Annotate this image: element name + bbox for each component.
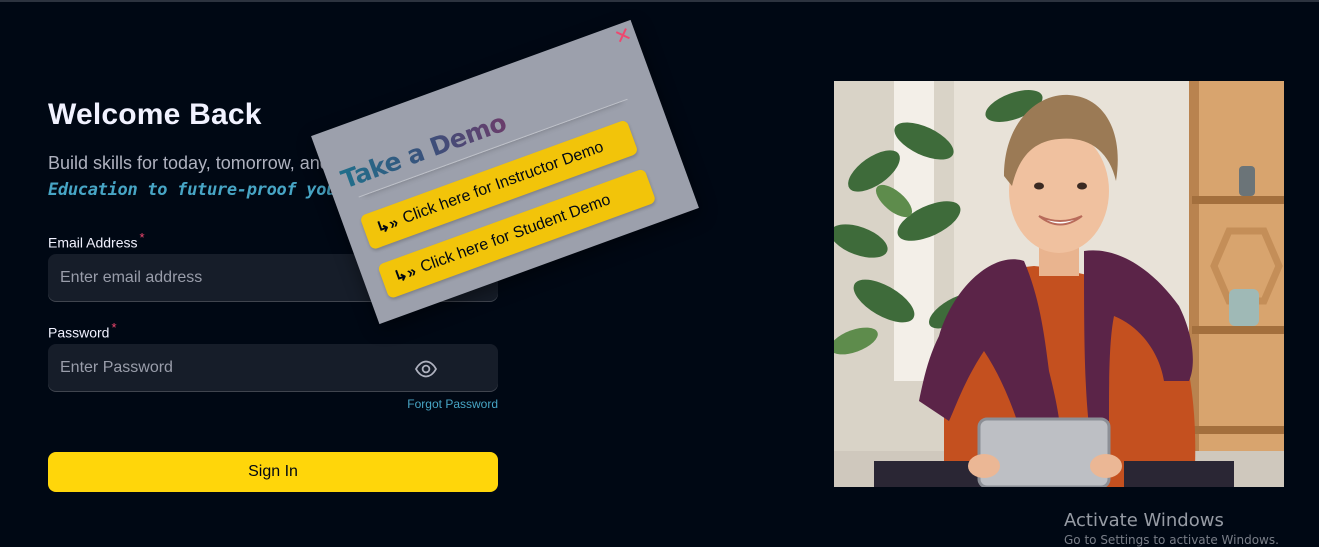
- eye-icon[interactable]: [414, 357, 438, 381]
- close-icon[interactable]: ✕: [611, 21, 635, 50]
- page-title: Welcome Back: [48, 98, 262, 131]
- arrow-icon: ↳»: [374, 214, 401, 238]
- email-label-text: Email Address: [48, 234, 138, 251]
- password-label-text: Password: [48, 324, 110, 341]
- email-label: Email Address *: [48, 230, 145, 251]
- student-photo: [834, 81, 1284, 487]
- arrow-icon: ↳»: [391, 262, 419, 287]
- forgot-password-link[interactable]: Forgot Password: [407, 397, 498, 411]
- student-illustration: [834, 81, 1284, 487]
- password-label: Password *: [48, 320, 117, 341]
- required-marker: *: [111, 320, 117, 335]
- activate-windows-title: Activate Windows: [1064, 510, 1224, 531]
- required-marker: *: [139, 230, 145, 245]
- activate-windows-subtitle: Go to Settings to activate Windows.: [1064, 533, 1279, 547]
- sign-in-button[interactable]: Sign In: [48, 452, 498, 492]
